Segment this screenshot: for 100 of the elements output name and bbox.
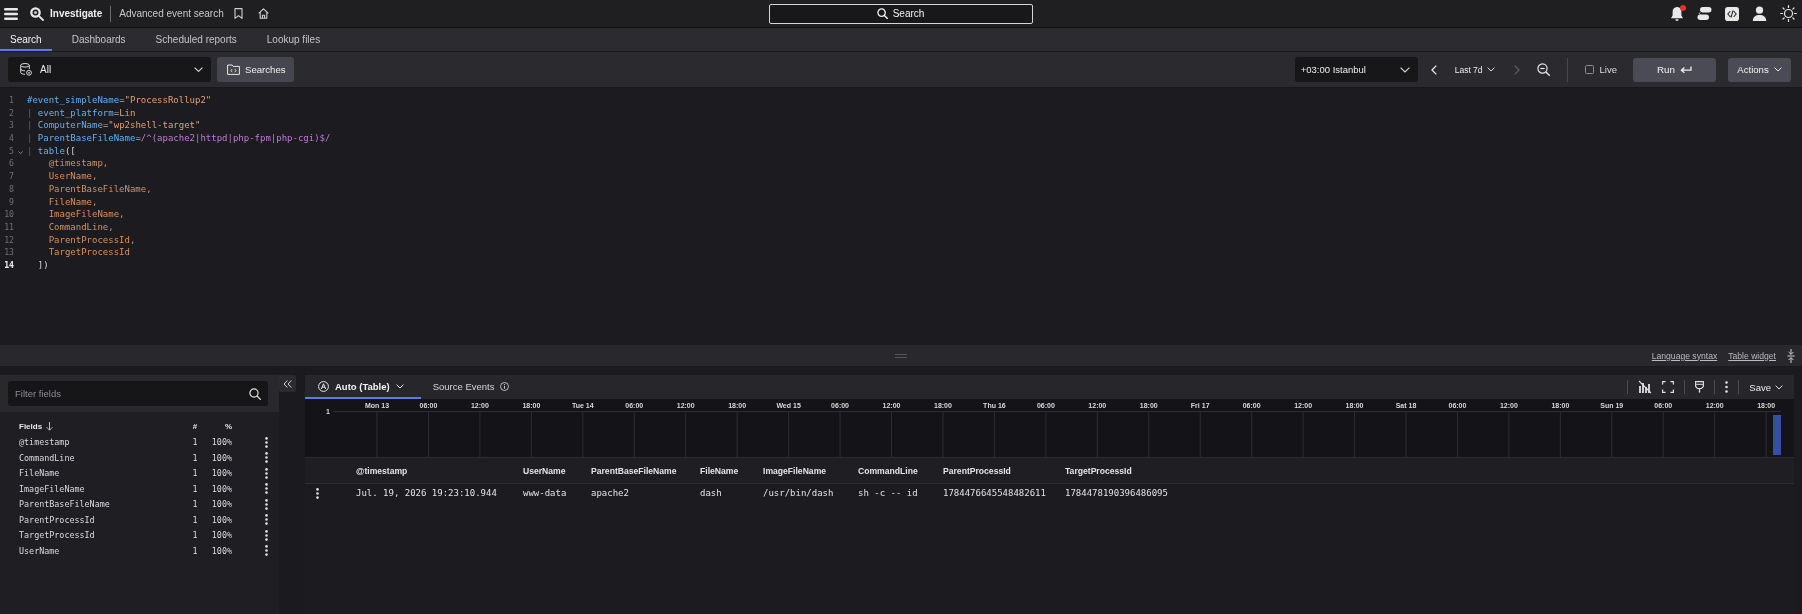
info-icon: [499, 381, 509, 391]
live-checkbox[interactable]: [1584, 65, 1594, 74]
code-line: #event_simpleName="ProcessRollup2": [27, 94, 212, 107]
code-icon[interactable]: [1725, 6, 1739, 21]
sun-icon[interactable]: [1780, 5, 1797, 22]
collapse-icon[interactable]: [1787, 348, 1795, 363]
zoom-out-icon[interactable]: [1536, 63, 1550, 76]
column-header[interactable]: TargetProcessId: [1065, 465, 1794, 476]
column-header[interactable]: CommandLine: [858, 465, 943, 476]
user-icon[interactable]: [1752, 6, 1767, 21]
column-header[interactable]: Fields: [19, 422, 43, 432]
more-icon[interactable]: [1725, 381, 1729, 393]
caret-icon: [1773, 67, 1782, 72]
code-line: | ParentBaseFileName=/^(apache2|httpd|php-fpm|php-cgi)$/: [27, 132, 331, 145]
double-chevron-left-icon: [283, 379, 292, 388]
field-count: 1: [191, 483, 199, 494]
nav-tab[interactable]: Lookup files: [256, 28, 331, 51]
logo-icon[interactable]: [29, 6, 44, 21]
column-header[interactable]: FileName: [700, 465, 763, 476]
more-icon[interactable]: [265, 467, 268, 479]
caret-icon: [1775, 384, 1783, 390]
more-icon[interactable]: [265, 452, 268, 464]
column-header[interactable]: #: [192, 422, 198, 432]
bookmark-icon[interactable]: [233, 8, 243, 19]
table-cell-text: 1784478190396486095: [1065, 488, 1169, 498]
chevron-right-icon: [1513, 64, 1520, 75]
nav-tab[interactable]: Dashboards: [61, 28, 136, 51]
field-count: 1: [191, 468, 199, 479]
table-cell-text: dash: [700, 488, 723, 498]
field-count: 1: [191, 499, 199, 510]
run-button[interactable]: Run: [1633, 57, 1716, 82]
home-icon[interactable]: [257, 8, 269, 19]
code-line: | table([: [27, 144, 76, 158]
stacked-bars-icon[interactable]: [1697, 6, 1712, 21]
actions-button[interactable]: Actions: [1728, 57, 1791, 82]
table-cell-text: apache2: [591, 488, 630, 498]
field-percent: 100%: [210, 514, 232, 525]
line-number: 3: [8, 119, 14, 133]
field-percent: 100%: [210, 468, 232, 479]
searches-button[interactable]: Searches: [217, 57, 294, 82]
line-number: 5: [8, 144, 14, 158]
search-icon[interactable]: [249, 387, 261, 400]
column-header[interactable]: ImageFileName: [763, 465, 858, 476]
field-count: 1: [191, 545, 199, 556]
line-number: 1: [8, 94, 14, 107]
more-icon[interactable]: [265, 545, 268, 557]
save-button[interactable]: Save: [1749, 381, 1783, 393]
time-range-dropdown[interactable]: Last 7d: [1451, 59, 1498, 80]
field-name[interactable]: @timestamp: [19, 437, 189, 448]
timezone-dropdown[interactable]: +03:00 Istanbul: [1294, 57, 1418, 82]
help-link[interactable]: Table widget: [1728, 350, 1776, 361]
nav-tab[interactable]: Scheduled reports: [145, 28, 247, 51]
fold-caret-icon[interactable]: [18, 151, 23, 155]
sort-arrow-icon[interactable]: [46, 422, 54, 432]
app-name: Investigate: [50, 8, 103, 19]
help-link[interactable]: Language syntax: [1651, 350, 1718, 361]
more-icon[interactable]: [265, 514, 268, 526]
results-tab[interactable]: Source Events: [432, 375, 513, 399]
filter-fields-field[interactable]: Filter fields: [8, 381, 268, 406]
folder-icon: [227, 64, 240, 75]
fullscreen-icon[interactable]: [1662, 381, 1675, 393]
code-line: UserName,: [47, 170, 98, 183]
field-percent: 100%: [210, 437, 232, 448]
table-cell-text: 1784476645548482611: [943, 488, 1047, 498]
repository-dropdown[interactable]: All: [8, 57, 211, 82]
line-number: 13: [3, 246, 14, 259]
plug-icon[interactable]: [1695, 381, 1705, 393]
line-number: 2: [8, 106, 14, 120]
more-icon[interactable]: [265, 529, 268, 541]
menu-icon[interactable]: [4, 7, 18, 20]
column-header[interactable]: ParentProcessId: [943, 465, 1065, 476]
code-line: | event_platform=Lin: [27, 106, 136, 120]
row-menu-icon[interactable]: [316, 487, 319, 499]
field-name[interactable]: ParentProcessId: [19, 514, 189, 525]
table-cell-text: /usr/bin/dash: [763, 488, 835, 498]
more-icon[interactable]: [265, 483, 268, 495]
search-icon: [876, 8, 888, 19]
column-header[interactable]: %: [224, 422, 232, 432]
field-name[interactable]: ImageFileName: [19, 483, 189, 494]
field-name[interactable]: TargetProcessId: [19, 530, 189, 541]
column-header[interactable]: UserName: [523, 465, 591, 476]
drag-handle-icon[interactable]: [895, 353, 907, 358]
enter-icon: [1680, 65, 1692, 74]
code-line: CommandLine,: [47, 220, 114, 234]
field-name[interactable]: FileName: [19, 468, 189, 479]
field-name[interactable]: UserName: [19, 545, 189, 556]
more-icon[interactable]: [265, 436, 268, 448]
more-icon[interactable]: [265, 498, 268, 510]
code-line: FileName,: [47, 195, 98, 209]
collapse-panel-button[interactable]: [279, 375, 296, 392]
field-percent: 100%: [210, 452, 232, 463]
line-number: 14: [3, 258, 14, 272]
code-line: ParentProcessId,: [47, 233, 136, 247]
column-header[interactable]: @timestamp: [356, 465, 523, 476]
column-header[interactable]: ParentBaseFileName: [591, 465, 700, 476]
field-name[interactable]: CommandLine: [19, 452, 189, 463]
bell-icon[interactable]: [1670, 5, 1684, 22]
field-name[interactable]: ParentBaseFileName: [19, 499, 189, 510]
search-button[interactable]: Search: [768, 3, 1033, 24]
chart-hidden-icon[interactable]: [1638, 380, 1653, 394]
